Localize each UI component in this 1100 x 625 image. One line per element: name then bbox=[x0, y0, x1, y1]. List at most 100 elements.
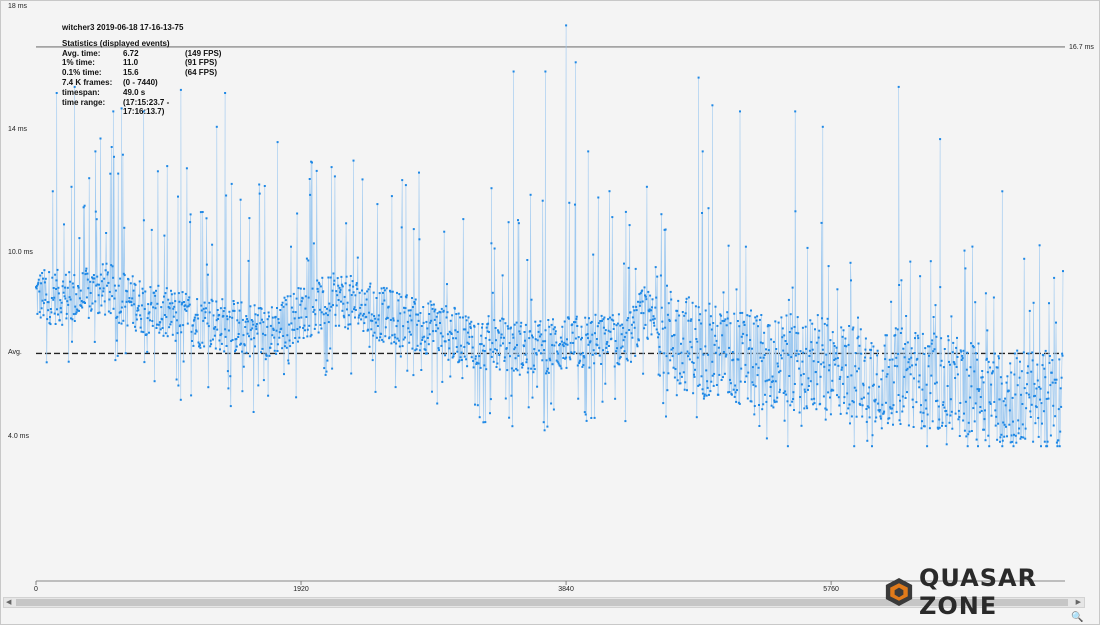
data-point bbox=[389, 318, 392, 321]
data-point bbox=[662, 402, 665, 405]
data-point bbox=[662, 371, 665, 374]
data-point bbox=[751, 366, 754, 369]
data-point bbox=[711, 104, 714, 107]
data-point bbox=[205, 307, 207, 310]
data-point bbox=[421, 339, 424, 341]
data-point bbox=[588, 366, 591, 369]
data-point bbox=[645, 185, 648, 188]
data-point bbox=[764, 380, 767, 383]
data-point bbox=[720, 314, 723, 317]
data-point bbox=[757, 366, 760, 369]
zoom-icon[interactable]: 🔍 bbox=[1071, 612, 1083, 623]
data-point bbox=[265, 354, 268, 357]
data-point bbox=[63, 295, 66, 298]
data-point bbox=[530, 298, 533, 301]
data-point bbox=[490, 187, 493, 190]
data-point bbox=[585, 419, 588, 422]
data-point bbox=[503, 356, 506, 359]
data-point bbox=[108, 290, 111, 293]
data-point bbox=[85, 269, 87, 272]
data-point bbox=[256, 332, 259, 335]
data-point bbox=[1015, 441, 1018, 444]
data-point bbox=[778, 391, 781, 394]
data-point bbox=[478, 416, 481, 419]
data-point bbox=[673, 376, 676, 379]
data-point bbox=[913, 352, 916, 354]
data-point bbox=[787, 353, 790, 356]
data-point bbox=[304, 329, 306, 332]
data-point bbox=[534, 320, 537, 323]
data-point bbox=[1062, 270, 1064, 273]
data-point bbox=[554, 332, 557, 335]
data-point bbox=[1028, 309, 1031, 312]
data-point bbox=[514, 357, 517, 360]
data-point bbox=[464, 328, 467, 331]
data-point bbox=[308, 324, 311, 327]
data-point bbox=[371, 359, 374, 362]
data-point bbox=[297, 287, 300, 290]
data-point bbox=[875, 373, 878, 376]
data-point bbox=[134, 325, 136, 328]
data-point bbox=[748, 315, 751, 318]
data-point bbox=[820, 221, 823, 224]
data-point bbox=[299, 303, 302, 306]
data-point bbox=[766, 379, 769, 382]
data-point bbox=[432, 330, 434, 333]
data-point bbox=[37, 278, 40, 281]
stats-header: Statistics (displayed events) bbox=[62, 38, 170, 48]
data-point bbox=[557, 352, 560, 355]
scroll-left-icon[interactable]: ◀ bbox=[6, 598, 11, 607]
data-point bbox=[566, 338, 568, 341]
data-point bbox=[849, 261, 852, 264]
data-point bbox=[373, 331, 376, 334]
data-point bbox=[113, 297, 116, 300]
data-point bbox=[841, 366, 844, 369]
data-point bbox=[637, 300, 639, 303]
data-point bbox=[78, 297, 81, 300]
data-point bbox=[581, 365, 584, 368]
data-point bbox=[746, 314, 749, 317]
data-point bbox=[593, 362, 596, 365]
data-point bbox=[583, 411, 586, 414]
data-point bbox=[110, 146, 113, 148]
data-point bbox=[190, 394, 193, 397]
data-point bbox=[548, 325, 551, 328]
data-point bbox=[865, 408, 868, 410]
data-point bbox=[797, 332, 800, 335]
data-point bbox=[589, 340, 592, 343]
data-point bbox=[788, 331, 791, 333]
data-point bbox=[697, 76, 700, 79]
data-point bbox=[698, 319, 701, 322]
data-point bbox=[370, 328, 373, 331]
data-point bbox=[71, 282, 74, 285]
data-point bbox=[798, 411, 801, 414]
data-point bbox=[840, 368, 843, 371]
data-point bbox=[188, 303, 191, 306]
data-point bbox=[345, 275, 348, 278]
data-point bbox=[674, 319, 677, 322]
quasarzone-watermark: QUASAR ZONE bbox=[885, 564, 1099, 620]
data-point bbox=[929, 392, 932, 395]
data-point bbox=[114, 289, 117, 292]
data-point bbox=[796, 360, 799, 363]
data-point bbox=[266, 325, 269, 328]
data-point bbox=[55, 92, 58, 94]
data-point bbox=[404, 336, 406, 339]
data-point bbox=[785, 314, 788, 317]
data-point bbox=[491, 342, 494, 345]
data-point bbox=[229, 405, 232, 408]
data-point bbox=[829, 396, 831, 399]
data-point bbox=[853, 386, 856, 389]
data-point bbox=[600, 314, 603, 317]
data-point bbox=[1040, 445, 1042, 448]
data-point bbox=[957, 418, 960, 421]
data-point bbox=[531, 334, 533, 337]
data-point bbox=[616, 322, 619, 325]
data-point bbox=[100, 304, 103, 307]
data-point bbox=[319, 308, 321, 311]
data-point bbox=[94, 300, 97, 303]
data-point bbox=[156, 170, 159, 173]
data-point bbox=[737, 358, 740, 361]
data-point bbox=[865, 420, 868, 423]
data-point bbox=[1027, 352, 1030, 355]
